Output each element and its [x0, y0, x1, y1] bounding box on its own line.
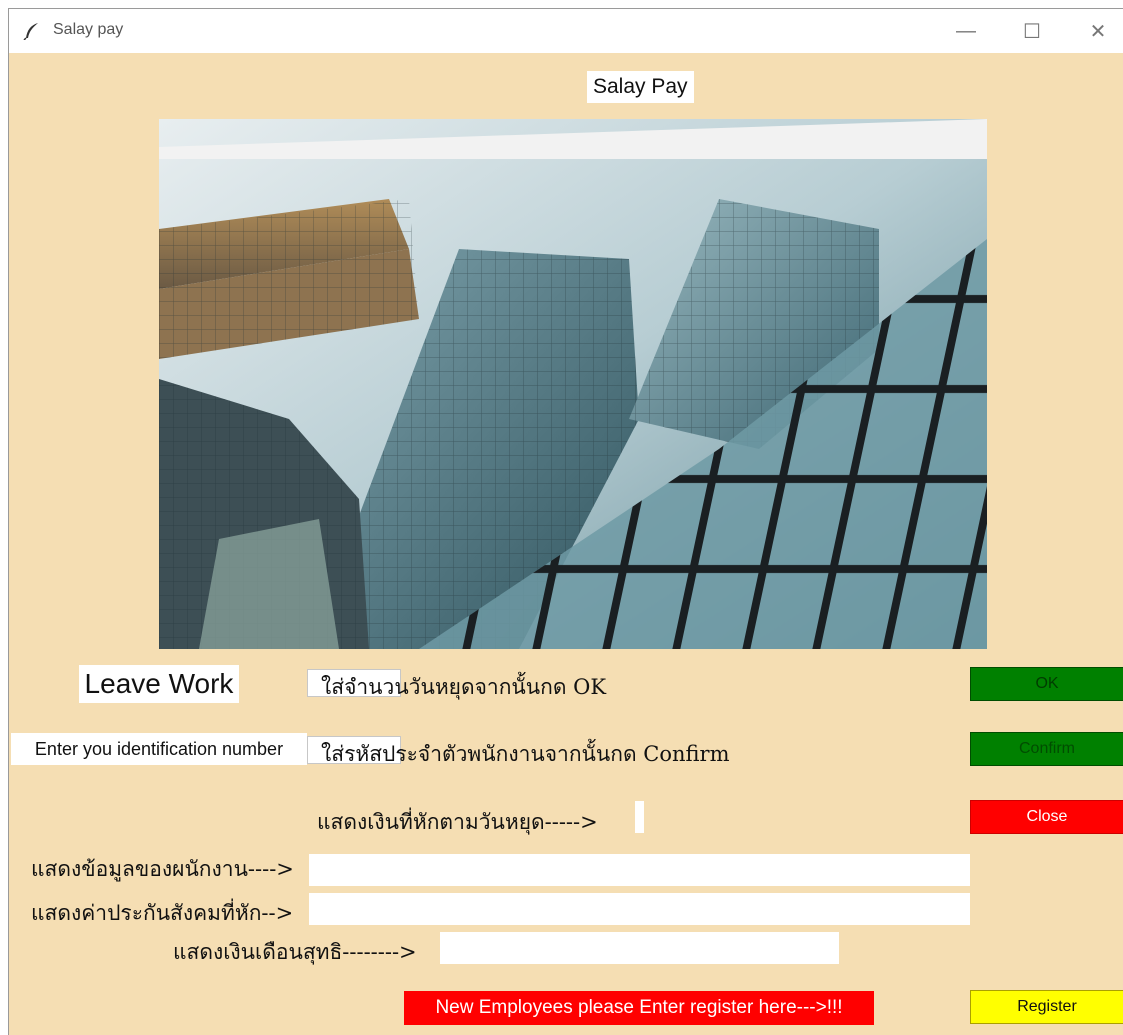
net-salary-label: แสดงเงินเดือนสุทธิ--------> — [173, 940, 417, 964]
register-banner: New Employees please Enter register here… — [404, 991, 874, 1025]
minimize-button[interactable]: — — [943, 9, 989, 53]
social-security-label: แสดงค่าประกันสังคมที่หัก--> — [31, 901, 294, 925]
skyscraper-photo — [159, 119, 987, 649]
ok-button[interactable]: OK — [970, 667, 1123, 701]
leave-hint: ใส่จำนวนวันหยุดจากนั้นกด OK — [321, 675, 607, 699]
deduction-output — [635, 801, 644, 833]
close-button[interactable]: Close — [970, 800, 1123, 834]
window-title: Salay pay — [53, 21, 124, 38]
identification-label: Enter you identification number — [11, 733, 307, 765]
net-salary-output — [440, 932, 839, 964]
identification-hint: ใส่รหัสประจำตัวพนักงานจากนั้นกด Confirm — [321, 742, 730, 766]
social-security-output — [309, 893, 970, 925]
maximize-button[interactable]: ☐ — [1009, 9, 1055, 53]
employee-info-label: แสดงข้อมูลของผนักงาน----> — [31, 857, 294, 881]
page-title: Salay Pay — [587, 71, 694, 103]
register-button[interactable]: Register — [970, 990, 1123, 1024]
feather-icon — [23, 23, 38, 40]
title-bar: Salay pay — ☐ ✕ — [9, 9, 1123, 53]
leave-work-label: Leave Work — [79, 665, 239, 703]
app-window: Salay pay — ☐ ✕ Salay Pay Leave Work ใส่… — [8, 8, 1123, 1035]
deduction-label: แสดงเงินที่หักตามวันหยุด-----> — [317, 810, 598, 834]
employee-info-output — [309, 854, 970, 886]
close-window-button[interactable]: ✕ — [1075, 9, 1121, 53]
confirm-button[interactable]: Confirm — [970, 732, 1123, 766]
